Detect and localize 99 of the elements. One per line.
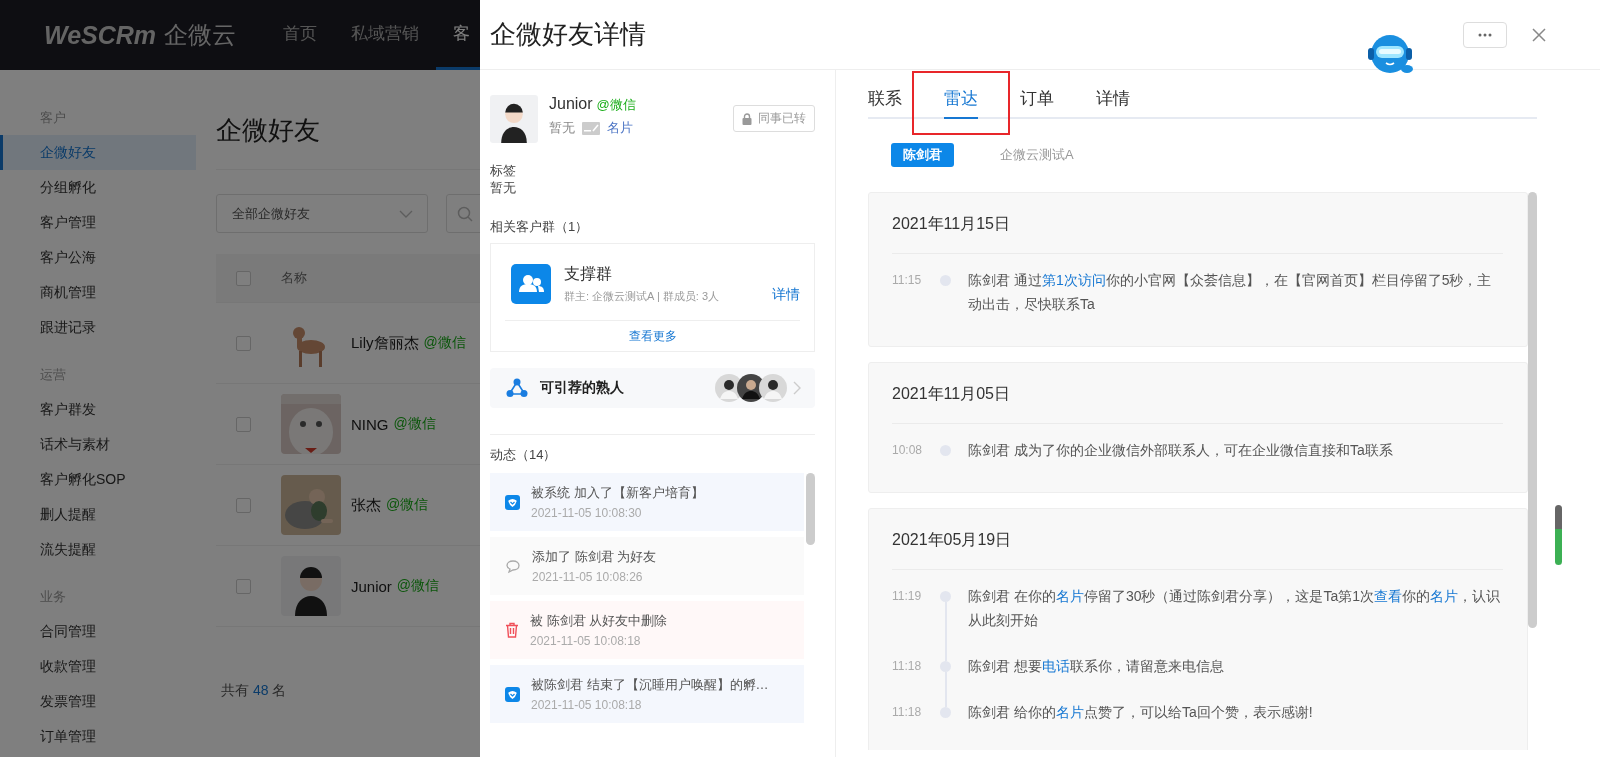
event-text: 陈剑君 给你的名片点赞了，可以给Ta回个赞，表示感谢! <box>968 703 1314 722</box>
member-filter[interactable]: 陈剑君 <box>891 143 954 167</box>
activity-text: 添加了 陈剑君 为好友 <box>532 548 657 566</box>
filter-dropdown[interactable]: 全部企微好友 <box>216 194 428 233</box>
details-link[interactable]: 详情 <box>772 286 800 304</box>
shield-icon <box>505 686 520 702</box>
scrollbar-thumb[interactable] <box>1528 192 1537 628</box>
chevron-right-icon <box>793 381 801 395</box>
checkbox[interactable] <box>236 335 251 351</box>
event-text: 陈剑君 通过第1次访问你的小官网【众荟信息】，在【官网首页】栏目停留了5秒，主动出击，尽快联系Ta <box>968 271 1493 314</box>
source-tag: @微信 <box>386 496 429 514</box>
activity-text: 被系统 加入了【新客户培育】 <box>531 484 704 502</box>
event-link[interactable]: 名片 <box>1430 588 1459 604</box>
sidebar-item[interactable]: 订单管理 <box>0 719 196 754</box>
more-button[interactable] <box>1463 21 1507 48</box>
sidebar-item[interactable]: 企微好友 <box>0 135 196 170</box>
event-time: 11:19 <box>892 588 923 605</box>
close-icon[interactable] <box>1532 27 1546 42</box>
contact-name: 张杰 <box>351 495 381 515</box>
event-time: 11:15 <box>892 272 923 289</box>
event-link[interactable]: 电话 <box>1041 658 1070 674</box>
contact-name: Junior <box>549 95 593 113</box>
scrollbar-thumb[interactable] <box>806 473 815 545</box>
event-text: 陈剑君 在你的名片停留了30秒（通过陈剑君分享），这是Ta第1次查看你的名片，认识从此刻开始 <box>968 587 1502 630</box>
source-tag: @微信 <box>393 415 436 433</box>
more-icon <box>1478 32 1492 37</box>
timeline-date: 2021年05月19日 <box>892 527 1503 570</box>
sidebar-item[interactable]: 商机管理 <box>0 275 196 310</box>
sidebar-item[interactable]: 客户孵化SOP <box>0 462 196 497</box>
checkbox[interactable] <box>236 270 251 286</box>
business-card-link[interactable]: 名片 <box>607 119 633 137</box>
section-label: 相关客户群（1） <box>490 218 590 235</box>
activity-time: 2021-11-05 10:08:18 <box>530 634 642 648</box>
sidebar-item[interactable]: 收款管理 <box>0 649 196 684</box>
sidebar-item[interactable]: 删人提醒 <box>0 497 196 532</box>
shield-icon <box>505 494 520 510</box>
timeline-date: 2021年11月15日 <box>892 211 1503 254</box>
group-icon <box>511 264 551 304</box>
event-link[interactable]: 名片 <box>1055 704 1084 720</box>
activity-time: 2021-11-05 10:08:18 <box>531 698 643 712</box>
group-name: 支撑群 <box>564 264 613 284</box>
timeline-date: 2021年11月05日 <box>892 381 1503 424</box>
avatar-icon <box>759 374 787 402</box>
section-label: 动态（14） <box>490 446 558 463</box>
logo-text: 企微云 <box>164 20 237 50</box>
share-icon <box>506 378 528 398</box>
member-filter[interactable]: 企微云测试A <box>1000 146 1074 164</box>
view-more-link[interactable]: 查看更多 <box>628 329 677 343</box>
sidebar-item[interactable]: 跟进记录 <box>0 310 196 345</box>
checkbox[interactable] <box>236 416 251 432</box>
scroll-widget[interactable] <box>1555 505 1562 565</box>
trash-icon <box>505 622 519 638</box>
event-text: 陈剑君 成为了你的企业微信外部联系人，可在企业微信直接和Ta联系 <box>968 441 1394 460</box>
source-tag: @微信 <box>396 577 440 595</box>
activity-text: 被 陈剑君 从好友中删除 <box>530 612 668 630</box>
contact-name: Lily詹丽杰 <box>351 333 419 353</box>
note-text: 暂无 <box>549 119 575 137</box>
chat-icon <box>505 558 521 574</box>
activity-text: 被陈剑君 结束了【沉睡用户唤醒】的孵… <box>531 676 769 694</box>
group-meta: 群主: 企微云测试A | 群成员: 3人 <box>564 289 721 304</box>
event-link[interactable]: 名片 <box>1055 588 1084 604</box>
sidebar-item[interactable]: 客户群发 <box>0 392 196 427</box>
sidebar-item[interactable]: 客户公海 <box>0 240 196 275</box>
sidebar-item[interactable]: 发票管理 <box>0 684 196 719</box>
search-icon <box>457 205 473 222</box>
avatar-icon <box>490 95 538 143</box>
activity-time: 2021-11-05 10:08:26 <box>532 570 644 584</box>
contact-name: NING <box>351 415 389 433</box>
event-time: 11:18 <box>892 658 923 675</box>
source-tag: @微信 <box>423 334 466 352</box>
logo: WeSCRm <box>44 20 157 50</box>
checkbox[interactable] <box>236 497 251 513</box>
column-header: 名称 <box>281 269 307 287</box>
referral-label: 可引荐的熟人 <box>540 379 625 397</box>
event-text: 陈剑君 想要电话联系你，请留意来电信息 <box>968 657 1225 676</box>
event-link[interactable]: 第1次访问 <box>1041 272 1106 288</box>
sidebar-item[interactable]: 客户管理 <box>0 205 196 240</box>
transferred-button[interactable]: 同事已转 <box>733 105 815 132</box>
total-count: 共有 48 名 <box>221 682 287 700</box>
event-time: 11:18 <box>892 704 923 721</box>
referral-bar[interactable]: 可引荐的熟人 <box>490 368 815 408</box>
tab[interactable]: 雷达 <box>944 87 978 119</box>
source-tag: @微信 <box>596 96 636 114</box>
nav-item[interactable]: 首页 <box>266 0 335 70</box>
sidebar-item[interactable]: 流失提醒 <box>0 532 196 567</box>
nav-item[interactable]: 私域营销 <box>334 0 437 70</box>
card-icon <box>582 121 600 135</box>
sidebar-item[interactable]: 分组孵化 <box>0 170 196 205</box>
activity-time: 2021-11-05 10:08:30 <box>531 506 643 520</box>
event-time: 10:08 <box>892 442 924 459</box>
chevron-down-icon <box>399 209 413 218</box>
sidebar-item[interactable]: 合同管理 <box>0 614 196 649</box>
event-link[interactable]: 查看 <box>1374 588 1403 604</box>
checkbox[interactable] <box>236 578 251 594</box>
contact-name: Junior <box>351 577 392 595</box>
sidebar-item[interactable]: 话术与素材 <box>0 427 196 462</box>
lock-icon <box>742 112 752 125</box>
tags-value: 暂无 <box>490 179 517 196</box>
avatar-icon <box>281 556 341 616</box>
